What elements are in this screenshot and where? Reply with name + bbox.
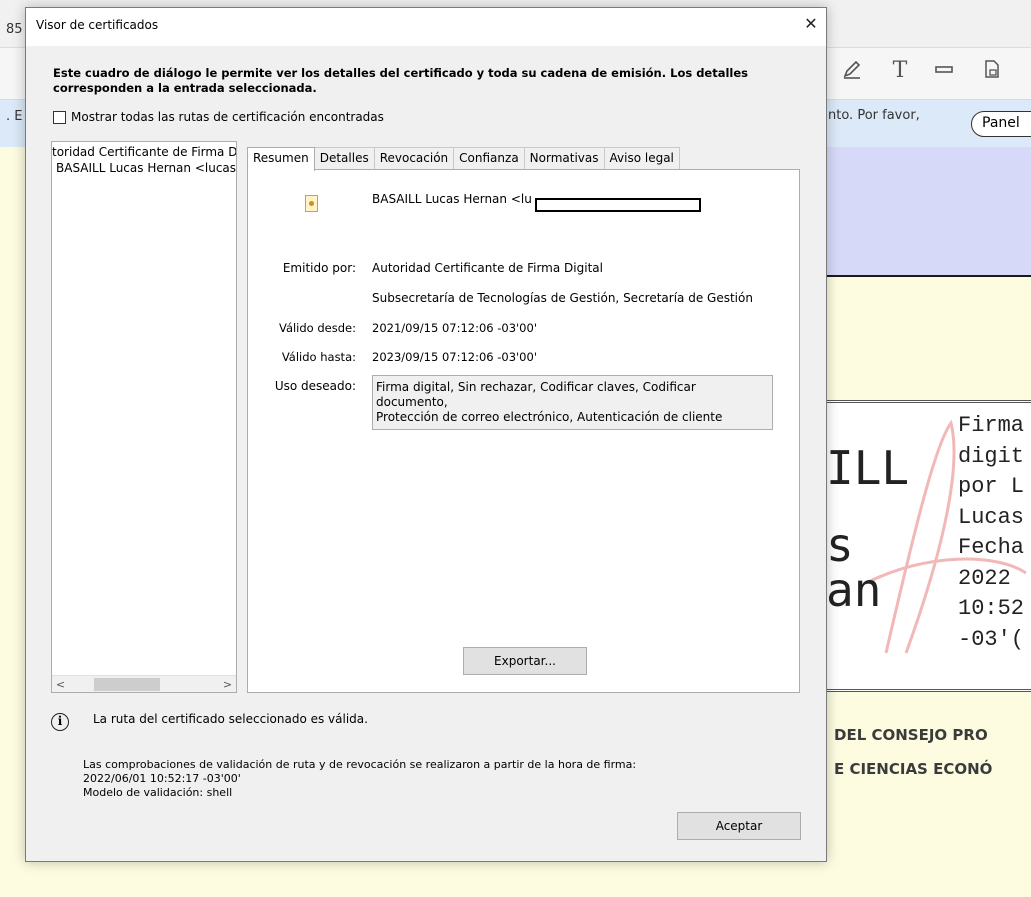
- accept-button[interactable]: Aceptar: [677, 812, 801, 840]
- signature-name-line1: ILL: [826, 441, 910, 495]
- valid-from-value: 2021/09/15 07:12:06 -03'00': [372, 321, 537, 335]
- pen-tool-icon[interactable]: [838, 58, 866, 86]
- certificate-chain-tree[interactable]: toridad Certificante de Firma D BASAILL …: [51, 141, 237, 693]
- scrollbar-thumb[interactable]: [94, 678, 160, 691]
- scroll-right-icon[interactable]: >: [219, 676, 236, 692]
- tab-detalles[interactable]: Detalles: [313, 147, 375, 169]
- dialog-title: Visor de certificados: [36, 18, 159, 32]
- page-number: 85: [6, 22, 23, 37]
- valid-to-label: Válido hasta:: [281, 350, 356, 364]
- show-all-paths-label: Mostrar todas las rutas de certificación…: [71, 110, 384, 124]
- summary-panel: BASAILL Lucas Hernan <lu Emitido por: Au…: [247, 169, 800, 693]
- validation-time: 2022/06/01 10:52:17 -03'00': [83, 772, 241, 785]
- intended-use-label: Uso deseado:: [274, 379, 356, 393]
- tree-item-issuer[interactable]: toridad Certificante de Firma D: [52, 145, 236, 159]
- intended-use-line: Firma digital, Sin rechazar, Codificar c…: [376, 380, 696, 409]
- highlight-tool-icon[interactable]: [930, 58, 958, 86]
- export-button[interactable]: Exportar...: [463, 647, 587, 675]
- valid-to-value: 2023/09/15 07:12:06 -03'00': [372, 350, 537, 364]
- certificate-subject: BASAILL Lucas Hernan <lu: [372, 192, 532, 206]
- message-text-start: . E: [6, 109, 23, 124]
- signature-detail-line: Firma: [958, 413, 1025, 438]
- signature-detail-line: Lucas: [958, 504, 1025, 530]
- org-line: DEL CONSEJO PRO: [834, 726, 988, 744]
- tree-horizontal-scrollbar[interactable]: < >: [52, 675, 236, 692]
- validation-check-text: Las comprobaciones de validación de ruta…: [83, 758, 637, 771]
- issued-by-label: Emitido por:: [282, 261, 356, 275]
- validation-details: Las comprobaciones de validación de ruta…: [83, 758, 636, 800]
- certificate-tabs: Resumen Detalles Revocación Confianza No…: [247, 147, 680, 171]
- scroll-left-icon[interactable]: <: [52, 676, 69, 692]
- signature-detail-line: por L: [958, 474, 1025, 499]
- redacted-email: [535, 198, 701, 212]
- signature-detail-line: digit: [958, 443, 1025, 469]
- signature-detail-line: 2022: [958, 565, 1011, 591]
- validation-model: Modelo de validación: shell: [83, 786, 233, 799]
- stamp-tool-icon[interactable]: [978, 58, 1006, 86]
- signature-details: Firma digit por L Lucas Fecha 2022 10:52…: [958, 411, 1024, 655]
- certificate-icon: [305, 195, 318, 212]
- tree-item-subject[interactable]: BASAILL Lucas Hernan <lucas: [54, 161, 236, 175]
- signature-detail-line: 10:52: [958, 596, 1025, 621]
- path-valid-status: La ruta del certificado seleccionado es …: [93, 712, 368, 726]
- org-line: E CIENCIAS ECONÓ: [834, 760, 993, 778]
- tab-confianza[interactable]: Confianza: [453, 147, 525, 169]
- signature-appearance[interactable]: ILL s an Firma digit por L Lucas Fecha 2…: [826, 400, 1031, 692]
- text-tool-icon[interactable]: T: [886, 58, 914, 83]
- intended-use-line: Protección de correo electrónico, Autent…: [376, 410, 723, 424]
- message-text-end: nto. Por favor,: [828, 108, 920, 123]
- valid-from-label: Válido desde:: [278, 321, 356, 335]
- certificate-viewer-dialog: Visor de certificados ✕ Este cuadro de d…: [25, 7, 827, 862]
- tab-aviso-legal[interactable]: Aviso legal: [603, 147, 680, 169]
- intended-use-field: Firma digital, Sin rechazar, Codificar c…: [372, 375, 773, 430]
- signature-detail-line: -03'(: [958, 626, 1025, 652]
- tab-resumen[interactable]: Resumen: [247, 147, 315, 171]
- dialog-body: Este cuadro de diálogo le permite ver lo…: [26, 46, 826, 861]
- document-organization-text: DEL CONSEJO PRO E CIENCIAS ECONÓ: [834, 718, 992, 786]
- dialog-intro-text: Este cuadro de diálogo le permite ver lo…: [53, 66, 749, 95]
- signature-panel-button[interactable]: Panel: [971, 111, 1031, 137]
- info-icon: i: [51, 713, 69, 731]
- signature-detail-line: Fecha: [958, 535, 1025, 560]
- show-all-paths-checkbox[interactable]: [53, 110, 66, 124]
- issuer-organization: Subsecretaría de Tecnologías de Gestión,…: [372, 291, 753, 305]
- close-icon[interactable]: ✕: [800, 14, 822, 34]
- document-header-area: [826, 147, 1031, 277]
- tab-normativas[interactable]: Normativas: [523, 147, 605, 169]
- issuer-common-name: Autoridad Certificante de Firma Digital: [372, 261, 603, 275]
- show-all-paths-option[interactable]: Mostrar todas las rutas de certificación…: [53, 110, 384, 124]
- signature-name-line3: an: [826, 563, 882, 617]
- tab-revocacion[interactable]: Revocación: [373, 147, 455, 169]
